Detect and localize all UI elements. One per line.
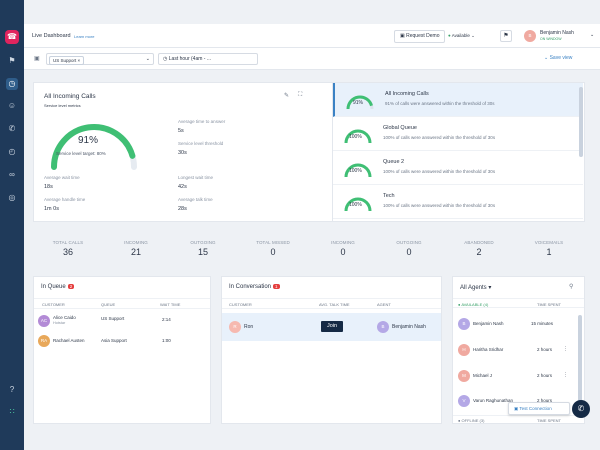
status-dropdown[interactable]: ● Available ⌄ — [448, 30, 492, 42]
table-row[interactable]: AC Alice Caido Hotstar US Support 2:14 — [34, 311, 210, 331]
voicemail-icon[interactable]: ∞ — [6, 169, 18, 181]
queue-item-all-incoming[interactable]: 91% All Incoming Calls 91% of calls were… — [333, 83, 583, 117]
apps-grid-icon[interactable]: ∷ — [6, 406, 18, 418]
in-queue-panel: In Queue 2 CUSTOMER QUEUE WAIT TIME AC Al… — [33, 276, 211, 424]
pin-icon[interactable]: ▣ — [34, 55, 40, 62]
bell-icon[interactable]: ⚑ — [500, 30, 512, 42]
agents-filter-dropdown[interactable]: All Agents ▾ — [460, 284, 491, 291]
offline-header: ● OFFLINE (3) — [458, 418, 485, 423]
avatar: M — [458, 370, 470, 382]
avatar: R — [229, 321, 241, 333]
scrollbar[interactable] — [578, 315, 582, 403]
filter-bar: ▣ US Support × ⌄ ◷ Last hour (4am - ... … — [24, 48, 600, 70]
time-range-filter[interactable]: ◷ Last hour (4am - ... — [158, 53, 258, 65]
left-nav: ☎ ⚑ ◷ ☺ ✆ ◴ ∞ ◎ ? ∷ — [0, 0, 24, 450]
stat-total-missed: TOTAL MISSED 0 — [256, 240, 290, 257]
stat-missed-outgoing: OUTGOING 0 — [396, 240, 422, 257]
stat-incoming: INCOMING 21 — [124, 240, 148, 257]
save-view-button[interactable]: ⌄ Save view — [544, 55, 572, 61]
card-subtitle: Service level metrics — [44, 103, 81, 108]
in-conversation-panel: In Conversation 1 CUSTOMER AVG. TALK TIME… — [221, 276, 442, 424]
stat-total-calls: TOTAL CALLS 36 — [52, 240, 84, 257]
service-level-card: All Incoming Calls Service level metrics… — [33, 82, 585, 222]
chevron-down-icon[interactable]: ⌄ — [590, 32, 594, 38]
test-connection-tooltip[interactable]: ▣ Test Connection — [508, 402, 570, 415]
join-button[interactable]: Join — [321, 321, 343, 332]
count-badge: 2 — [67, 284, 75, 289]
chevron-down-icon: ⌄ — [145, 56, 150, 62]
table-row[interactable]: R Ron Join B Benjamin Nash — [222, 313, 441, 341]
search-icon[interactable]: ⚲ — [569, 283, 573, 290]
stat-voicemails: VOICEMAILS 1 — [534, 240, 564, 257]
column-header: TIME SPENT — [537, 418, 562, 423]
column-header: CUSTOMER — [42, 302, 65, 307]
page-title: Live Dashboard — [32, 33, 71, 39]
dashboard-icon[interactable]: ◷ — [6, 78, 18, 90]
avatar: V — [458, 395, 470, 407]
column-header: WAIT TIME — [160, 302, 181, 307]
panel-title: In Conversation 1 — [229, 284, 280, 291]
app-logo-icon: ☎ — [5, 30, 19, 44]
queue-chip[interactable]: US Support × — [49, 56, 85, 65]
stat-abandoned: ABANDONED 2 — [464, 240, 494, 257]
metric-sl-threshold: Service level threshold 30s — [178, 141, 224, 156]
queue-filter[interactable]: US Support × ⌄ — [46, 53, 154, 65]
metric-avg-handle: Average handle time 1m 0s — [44, 197, 86, 212]
flag-icon[interactable]: ⚑ — [6, 55, 18, 67]
queue-item-global[interactable]: 100% Global Queue 100% of calls were ans… — [333, 117, 583, 151]
contacts-icon[interactable]: ☺ — [6, 100, 18, 112]
calls-icon[interactable]: ✆ — [6, 123, 18, 135]
top-bar: Live Dashboard Learn more ▣ Request Demo… — [24, 24, 600, 48]
history-icon[interactable]: ◴ — [6, 146, 18, 158]
queue-item-tech[interactable]: 100% Tech 100% of calls were answered wi… — [333, 185, 583, 219]
available-header: ● AVAILABLE (4) — [458, 302, 489, 307]
request-demo-button[interactable]: ▣ Request Demo — [394, 30, 446, 43]
chevron-down-icon: ▾ — [486, 285, 492, 291]
avatar: AC — [38, 315, 50, 327]
column-header: QUEUE — [101, 302, 116, 307]
edit-icon[interactable]: ✎ — [284, 92, 289, 99]
card-title: All Incoming Calls — [44, 93, 96, 100]
list-item[interactable]: B Benjamin Nash 15 minutes — [453, 315, 584, 333]
learn-more-link[interactable]: Learn more — [74, 34, 94, 39]
agents-panel: All Agents ▾ ⚲ ● AVAILABLE (4) TIME SPEN… — [452, 276, 585, 424]
metric-longest-wait: Longest wait time 42s — [178, 175, 214, 190]
expand-icon[interactable]: ⛶ — [298, 92, 302, 99]
table-row[interactable]: RA Rachael Austen Asia Support 1:00 — [34, 332, 210, 352]
user-name: Benjamin Nash — [540, 30, 574, 36]
avatar[interactable]: B — [524, 30, 536, 42]
column-header: TIME SPENT — [537, 302, 562, 307]
avatar: RA — [38, 335, 50, 347]
queue-item-queue2[interactable]: 100% Queue 2 100% of calls were answered… — [333, 151, 583, 185]
panel-title: In Queue 2 — [41, 284, 75, 291]
globe-icon[interactable]: ◎ — [6, 192, 18, 204]
more-icon[interactable]: ⋮ — [563, 372, 568, 378]
column-header: CUSTOMER — [229, 302, 252, 307]
phone-icon[interactable]: ✆ — [572, 400, 590, 418]
queue-list: 91% All Incoming Calls 91% of calls were… — [332, 83, 583, 221]
metric-avg-talk: Average talk time 28s — [178, 197, 213, 212]
help-icon[interactable]: ? — [6, 384, 18, 396]
scrollbar[interactable] — [579, 87, 583, 157]
list-item[interactable]: H Haritha Sridhar 2 hours ⋮ — [453, 341, 584, 359]
chevron-down-icon: ⌄ — [469, 33, 475, 38]
more-icon[interactable]: ⋮ — [563, 346, 568, 352]
column-header: AVG. TALK TIME — [319, 302, 350, 307]
count-badge: 1 — [273, 284, 280, 289]
gauge-value: 91% — [78, 135, 99, 146]
column-header: AGENT — [377, 302, 391, 307]
stat-missed-incoming: INCOMING 0 — [331, 240, 355, 257]
metric-avg-answer: Average time to answer 5s — [178, 119, 226, 134]
avatar: H — [458, 344, 470, 356]
user-status: ON WINDOW — [540, 37, 562, 41]
avatar: B — [377, 321, 389, 333]
service-level-target: Service level target: 80% — [56, 151, 106, 156]
metric-avg-wait: Average wait time 18s — [44, 175, 80, 190]
avatar: B — [458, 318, 470, 330]
list-item[interactable]: M Michael J 2 hours ⋮ — [453, 367, 584, 385]
stat-outgoing: OUTGOING 15 — [190, 240, 216, 257]
